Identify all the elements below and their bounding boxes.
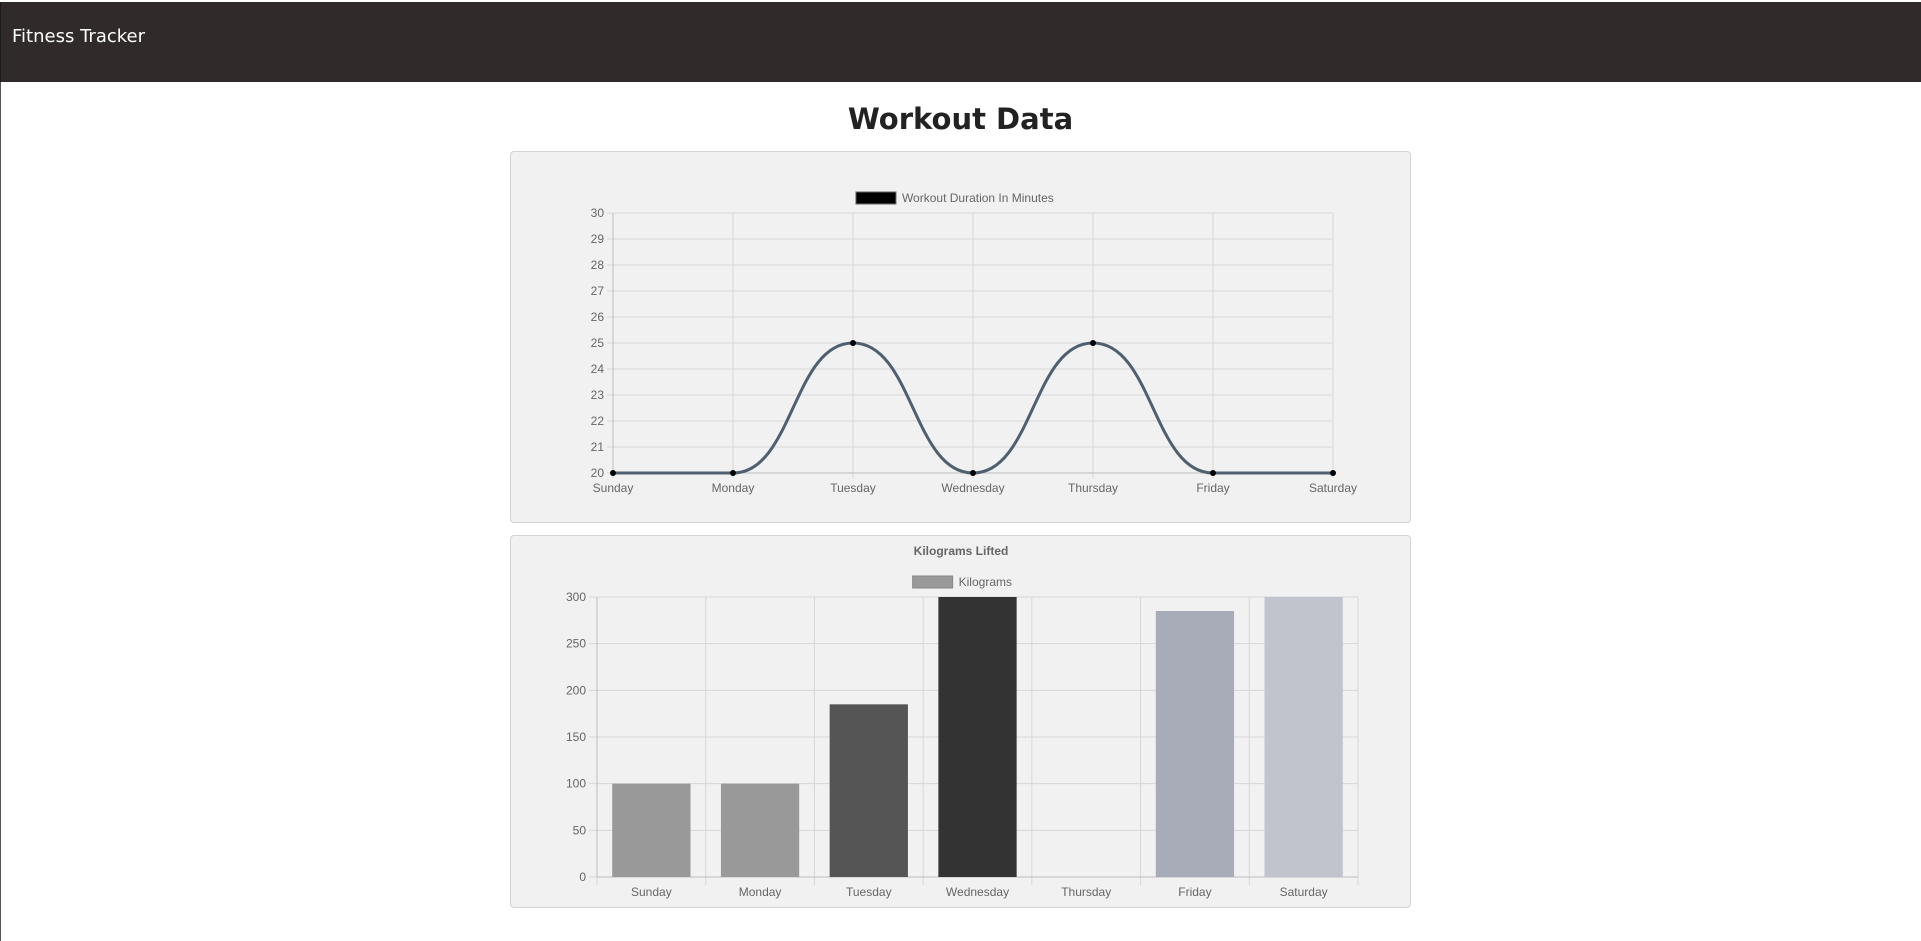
legend-label: Kilograms bbox=[959, 575, 1012, 589]
bar bbox=[829, 704, 908, 877]
legend-swatch bbox=[912, 575, 954, 589]
data-point bbox=[1210, 470, 1216, 476]
y-tick-label: 27 bbox=[591, 284, 605, 298]
window-edge bbox=[0, 82, 1, 941]
data-point bbox=[850, 340, 856, 346]
y-tick-label: 250 bbox=[566, 637, 586, 651]
x-tick-label: Tuesday bbox=[830, 481, 876, 495]
y-tick-label: 29 bbox=[591, 232, 605, 246]
kilograms-chart-card: Kilograms Lifted Kilograms 0 50 100 150 200 250… bbox=[510, 535, 1411, 908]
x-tick-label: Wednesday bbox=[946, 885, 1009, 899]
data-point bbox=[730, 470, 736, 476]
x-tick-label: Monday bbox=[712, 481, 755, 495]
x-tick-label: Thursday bbox=[1068, 481, 1118, 495]
data-point bbox=[1330, 470, 1336, 476]
y-tick-label: 50 bbox=[573, 823, 587, 837]
y-tick-label: 150 bbox=[566, 730, 586, 744]
y-tick-label: 28 bbox=[591, 258, 605, 272]
navbar: Fitness Tracker bbox=[0, 2, 1921, 82]
data-point bbox=[970, 470, 976, 476]
legend-swatch bbox=[855, 191, 897, 205]
duration-chart-card: Workout Duration In Minutes 20 21 22 23 24 25 2… bbox=[510, 151, 1411, 523]
bar bbox=[1155, 611, 1235, 877]
y-tick-label: 24 bbox=[591, 362, 605, 376]
y-tick-label: 20 bbox=[591, 466, 605, 480]
y-tick-label: 0 bbox=[579, 870, 586, 884]
x-tick-label: Monday bbox=[739, 885, 782, 899]
y-tick-label: 26 bbox=[591, 310, 605, 324]
x-tick-label: Saturday bbox=[1280, 885, 1328, 899]
y-tick-label: 23 bbox=[591, 388, 605, 402]
duration-line-chart: Workout Duration In Minutes 20 21 22 23 24 25 2… bbox=[591, 191, 1357, 495]
y-tick-label: 200 bbox=[566, 683, 586, 697]
x-tick-label: Sunday bbox=[631, 885, 672, 899]
kilograms-bar-chart: Kilograms Lifted Kilograms 0 50 100 150 200 250… bbox=[566, 544, 1359, 899]
chart-title: Kilograms Lifted bbox=[914, 544, 1009, 558]
bar bbox=[612, 783, 691, 877]
x-tick-label: Saturday bbox=[1309, 481, 1357, 495]
x-tick-label: Friday bbox=[1178, 885, 1211, 899]
app-brand[interactable]: Fitness Tracker bbox=[12, 26, 145, 47]
legend-label: Workout Duration In Minutes bbox=[902, 191, 1054, 205]
y-tick-label: 300 bbox=[566, 590, 586, 604]
data-point bbox=[1090, 340, 1096, 346]
y-tick-label: 21 bbox=[591, 440, 605, 454]
x-tick-label: Sunday bbox=[593, 481, 634, 495]
bar bbox=[720, 783, 800, 877]
y-tick-label: 22 bbox=[591, 414, 605, 428]
data-point bbox=[610, 470, 616, 476]
bar bbox=[1264, 597, 1343, 877]
y-tick-label: 30 bbox=[591, 206, 605, 220]
page-title: Workout Data bbox=[847, 102, 1074, 136]
x-tick-label: Friday bbox=[1196, 481, 1229, 495]
y-tick-label: 25 bbox=[591, 336, 605, 350]
bar bbox=[938, 597, 1017, 877]
x-tick-label: Thursday bbox=[1061, 885, 1111, 899]
x-tick-label: Wednesday bbox=[941, 481, 1004, 495]
y-tick-label: 100 bbox=[566, 777, 586, 791]
x-tick-label: Tuesday bbox=[846, 885, 892, 899]
